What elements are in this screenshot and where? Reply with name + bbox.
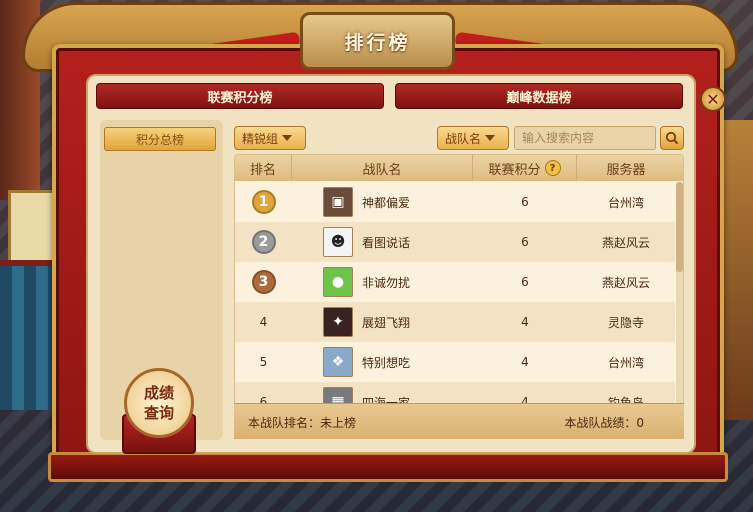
server-cell: 燕赵风云 xyxy=(601,275,650,290)
team-cell: ● 非诚勿扰 xyxy=(323,262,473,302)
group-dropdown[interactable]: 精锐组 xyxy=(234,126,306,150)
team-avatar: ☻ xyxy=(323,227,353,257)
window-frame-base xyxy=(48,452,728,482)
tab-league-points[interactable]: 联赛积分榜 xyxy=(96,83,384,109)
group-dropdown-value: 精锐组 xyxy=(242,131,279,146)
header-server: 服务器 xyxy=(577,155,675,181)
table-row[interactable]: 5 ❖ 特别想吃 4 台州湾 xyxy=(235,342,675,382)
background-banner xyxy=(8,190,56,270)
scrollbar-thumb[interactable] xyxy=(676,182,683,272)
server-cell: 台州湾 xyxy=(607,355,644,370)
server-cell: 灵隐寺 xyxy=(607,315,644,330)
score-cell: 4 xyxy=(521,315,529,329)
score-cell: 6 xyxy=(521,195,529,209)
team-cell: ✦ 展翅飞翔 xyxy=(323,302,473,342)
header-label: 服务器 xyxy=(606,162,646,178)
tab-bar: 联赛积分榜 巅峰数据榜 xyxy=(96,83,686,109)
tab-label: 联赛积分榜 xyxy=(207,90,273,106)
team-name: 神都偏爱 xyxy=(362,195,411,210)
results-query-label: 成绩 查询 xyxy=(144,383,174,423)
query-label-line: 查询 xyxy=(143,404,174,422)
rank-cell: 1 xyxy=(235,182,292,222)
search-icon xyxy=(665,131,679,145)
gold-medal-icon: 1 xyxy=(251,190,276,214)
table-row[interactable]: 3 ● 非诚勿扰 6 燕赵风云 xyxy=(235,262,675,302)
rank-cell: 5 xyxy=(259,355,268,369)
tab-peak-data[interactable]: 巅峰数据榜 xyxy=(395,83,683,109)
team-name: 非诚勿扰 xyxy=(362,275,411,290)
rank-cell: 4 xyxy=(259,315,268,329)
team-name: 展翅飞翔 xyxy=(362,315,411,330)
search-button[interactable] xyxy=(660,126,684,150)
ranking-table: 排名 战队名 联赛积分? 服务器 1 ▣ 神都偏爱 6 台州湾 2 ☻ 看图说话… xyxy=(234,154,684,438)
help-icon[interactable]: ? xyxy=(544,160,561,176)
team-name: 看图说话 xyxy=(362,235,411,250)
team-avatar: ✦ xyxy=(323,307,353,337)
my-team-record: 本战队战绩：0 xyxy=(564,416,644,430)
sidebar-item-total-points[interactable]: 积分总榜 xyxy=(104,127,216,151)
rank-cell: 2 xyxy=(235,222,292,262)
sidebar-item-label: 积分总榜 xyxy=(135,132,184,147)
table-footer: 本战队排名：未上榜 本战队战绩：0 xyxy=(234,403,684,439)
search-field-dropdown[interactable]: 战队名 xyxy=(437,126,509,150)
search-field-value: 战队名 xyxy=(445,131,482,146)
header-label: 战队名 xyxy=(362,162,402,178)
table-row[interactable]: 1 ▣ 神都偏爱 6 台州湾 xyxy=(235,182,675,222)
chevron-down-icon xyxy=(485,135,496,141)
server-cell: 台州湾 xyxy=(607,195,644,210)
header-label: 联赛积分 xyxy=(488,162,541,178)
table-row[interactable]: 4 ✦ 展翅飞翔 4 灵隐寺 xyxy=(235,302,675,342)
close-icon: ✕ xyxy=(706,89,720,109)
team-name: 特别想吃 xyxy=(362,355,411,370)
close-button[interactable]: ✕ xyxy=(700,86,726,112)
score-cell: 6 xyxy=(521,275,529,289)
tab-label: 巅峰数据榜 xyxy=(506,90,572,106)
score-cell: 4 xyxy=(521,355,529,369)
table-row[interactable]: 2 ☻ 看图说话 6 燕赵风云 xyxy=(235,222,675,262)
header-team: 战队名 xyxy=(292,155,473,181)
team-cell: ☻ 看图说话 xyxy=(323,222,473,262)
rank-cell: 3 xyxy=(235,262,292,302)
title-plate: 排行榜 xyxy=(300,12,455,70)
table-header: 排名 战队名 联赛积分? 服务器 xyxy=(235,155,683,181)
bronze-medal-icon: 3 xyxy=(251,270,276,294)
chevron-down-icon xyxy=(282,135,293,141)
team-avatar: ● xyxy=(323,267,353,297)
header-score: 联赛积分? xyxy=(473,155,577,181)
header-label: 排名 xyxy=(249,162,276,178)
score-cell: 6 xyxy=(521,235,529,249)
search-input[interactable] xyxy=(514,126,656,150)
server-cell: 燕赵风云 xyxy=(601,235,650,250)
scrollbar[interactable] xyxy=(676,182,683,428)
team-cell: ❖ 特别想吃 xyxy=(323,342,473,382)
team-cell: ▣ 神都偏爱 xyxy=(323,182,473,222)
header-rank: 排名 xyxy=(235,155,292,181)
results-query-button[interactable]: 成绩 查询 xyxy=(124,368,194,438)
my-team-rank: 本战队排名：未上榜 xyxy=(248,416,357,430)
silver-medal-icon: 2 xyxy=(251,230,276,254)
team-avatar: ❖ xyxy=(323,347,353,377)
query-label-line: 成绩 xyxy=(143,384,174,402)
team-avatar: ▣ xyxy=(323,187,353,217)
window-title: 排行榜 xyxy=(344,31,411,54)
